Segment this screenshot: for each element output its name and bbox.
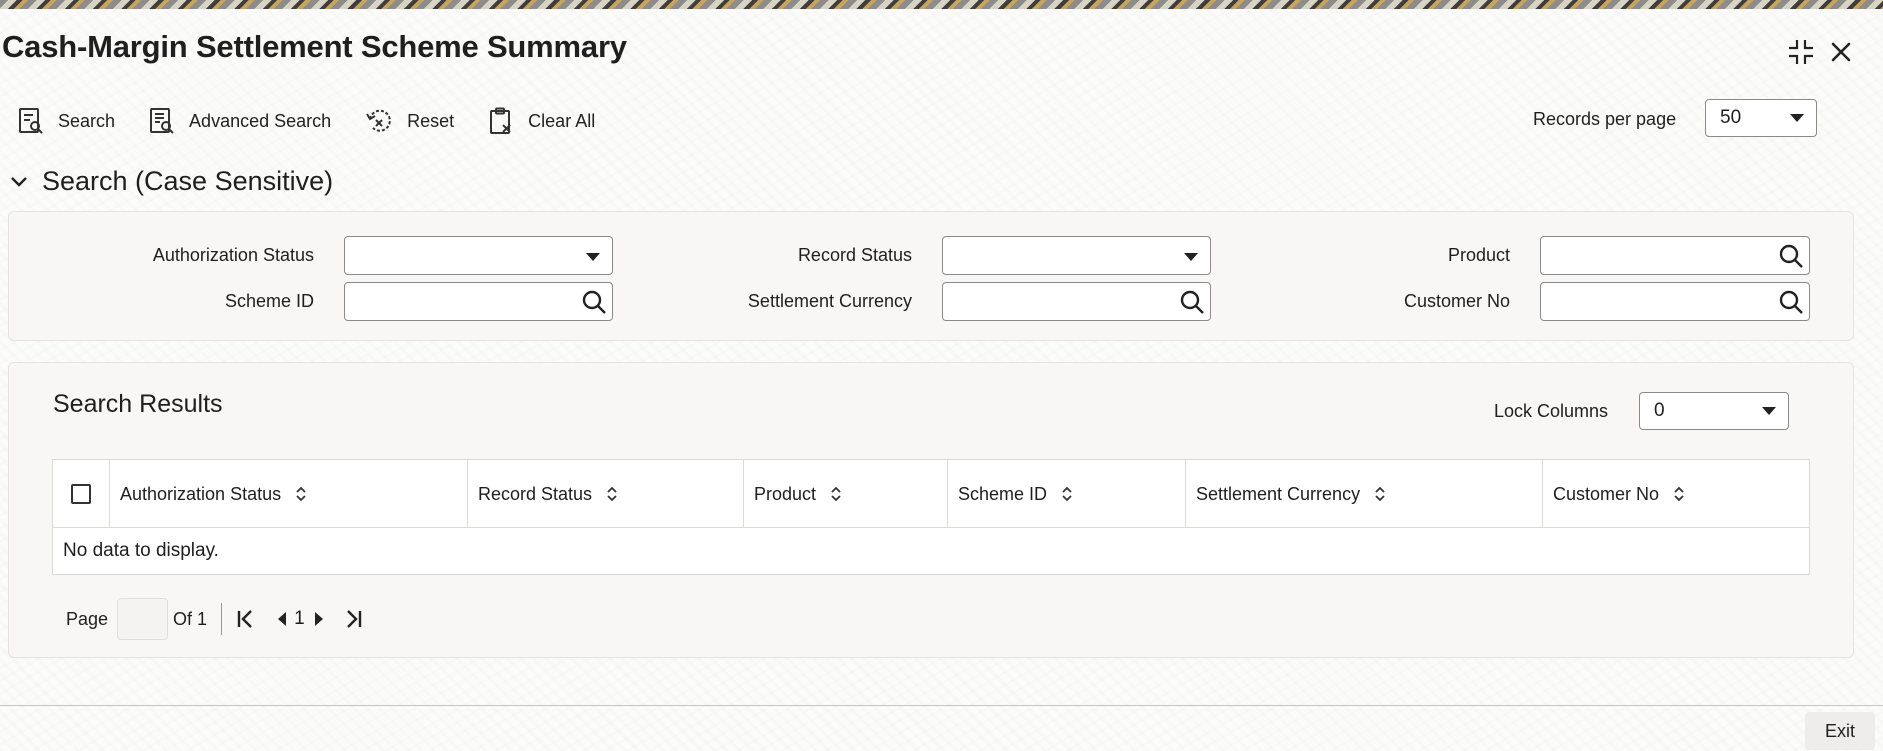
page-title: Cash-Margin Settlement Scheme Summary: [2, 29, 627, 64]
records-per-page-select[interactable]: 50: [1705, 99, 1817, 137]
scheme-id-input[interactable]: [344, 282, 613, 321]
records-per-page-value: 50: [1720, 107, 1742, 128]
column-header-label: Customer No: [1553, 483, 1660, 504]
column-header-label: Settlement Currency: [1196, 483, 1361, 504]
search-button-label: Search: [58, 110, 116, 131]
records-per-page-label: Records per page: [1533, 109, 1677, 129]
product-label: Product: [1447, 245, 1510, 265]
sort-icon: [1674, 486, 1684, 502]
sort-icon: [296, 486, 306, 502]
reset-button-label: Reset: [407, 110, 455, 131]
page-label: Page: [66, 608, 109, 629]
minimize-icon[interactable]: [1784, 35, 1818, 69]
column-header-label: Authorization Status: [120, 483, 282, 504]
column-header-label: Scheme ID: [958, 483, 1048, 504]
first-page-icon[interactable]: [236, 609, 256, 629]
customer-no-input[interactable]: [1540, 282, 1810, 321]
previous-page-icon[interactable]: [276, 611, 288, 627]
column-header-product[interactable]: Product: [744, 460, 948, 528]
lock-columns-label: Lock Columns: [1494, 401, 1609, 421]
clipboard-clear-icon: [490, 107, 511, 134]
sort-icon: [831, 486, 841, 502]
search-criteria-panel: [8, 211, 1854, 341]
column-header-label: Record Status: [478, 483, 593, 504]
lock-columns-select[interactable]: 0: [1639, 392, 1789, 430]
authorization-status-select[interactable]: [344, 236, 613, 275]
advanced-search-button[interactable]: Advanced Search: [149, 107, 331, 135]
column-header-record-status[interactable]: Record Status: [468, 460, 744, 528]
chevron-down-icon: [1762, 407, 1776, 415]
select-all-checkbox[interactable]: [71, 484, 91, 504]
reset-button[interactable]: Reset: [365, 107, 454, 135]
next-page-icon[interactable]: [313, 611, 325, 627]
current-page-number: 1: [294, 608, 305, 629]
search-button[interactable]: Search: [18, 107, 115, 135]
chevron-down-icon: [1790, 114, 1804, 122]
advanced-search-icon: [150, 108, 174, 134]
clear-all-button-label: Clear All: [528, 110, 596, 131]
chevron-down-icon: [586, 253, 600, 261]
close-icon[interactable]: [1824, 35, 1858, 69]
search-section-title: Search (Case Sensitive): [42, 166, 334, 196]
table-header: Authorization Status Record Status Produ…: [53, 460, 1809, 528]
pager-divider: [221, 603, 223, 635]
search-icon[interactable]: [1178, 288, 1206, 321]
sort-icon: [1375, 486, 1385, 502]
record-status-select[interactable]: [942, 236, 1211, 275]
column-header-scheme-id[interactable]: Scheme ID: [948, 460, 1186, 528]
scheme-id-label: Scheme ID: [224, 291, 314, 311]
column-header-label: Product: [754, 483, 817, 504]
last-page-icon[interactable]: [343, 609, 363, 629]
page-number-input[interactable]: [117, 598, 169, 640]
empty-message: No data to display.: [63, 540, 219, 561]
settlement-currency-input[interactable]: [942, 282, 1211, 321]
pagination: Page Of 1 1: [66, 597, 363, 641]
chevron-down-icon: [11, 176, 27, 187]
column-header-authorization-status[interactable]: Authorization Status: [110, 460, 468, 528]
clear-all-button[interactable]: Clear All: [488, 107, 595, 135]
search-section-header[interactable]: Search (Case Sensitive): [10, 166, 333, 197]
search-doc-icon: [19, 108, 43, 134]
product-input[interactable]: [1540, 236, 1810, 275]
sort-icon: [607, 486, 617, 502]
reset-icon: [366, 109, 391, 132]
page-count-label: Of 1: [173, 608, 208, 629]
column-header-settlement-currency[interactable]: Settlement Currency: [1186, 460, 1543, 528]
search-icon[interactable]: [1777, 242, 1805, 275]
sort-icon: [1062, 486, 1072, 502]
record-status-label: Record Status: [797, 245, 912, 265]
search-icon[interactable]: [580, 288, 608, 321]
chevron-down-icon: [1184, 253, 1198, 261]
background-banner: [0, 0, 1883, 9]
lock-columns-value: 0: [1654, 400, 1665, 421]
results-table: Authorization Status Record Status Produ…: [52, 459, 1810, 575]
authorization-status-label: Authorization Status: [152, 245, 314, 265]
advanced-search-button-label: Advanced Search: [189, 110, 332, 131]
search-results-title: Search Results: [53, 390, 223, 418]
select-all-cell: [53, 460, 110, 528]
toolbar: Search Advanced Search Reset Clear All: [18, 99, 629, 143]
customer-no-label: Customer No: [1403, 291, 1510, 311]
summary-window: Cash-Margin Settlement Scheme Summary Se…: [0, 9, 1883, 751]
footer-divider: [0, 705, 1883, 706]
column-header-customer-no[interactable]: Customer No: [1543, 460, 1811, 528]
exit-button[interactable]: Exit: [1805, 712, 1875, 750]
settlement-currency-label: Settlement Currency: [747, 291, 912, 311]
search-icon[interactable]: [1777, 288, 1805, 321]
